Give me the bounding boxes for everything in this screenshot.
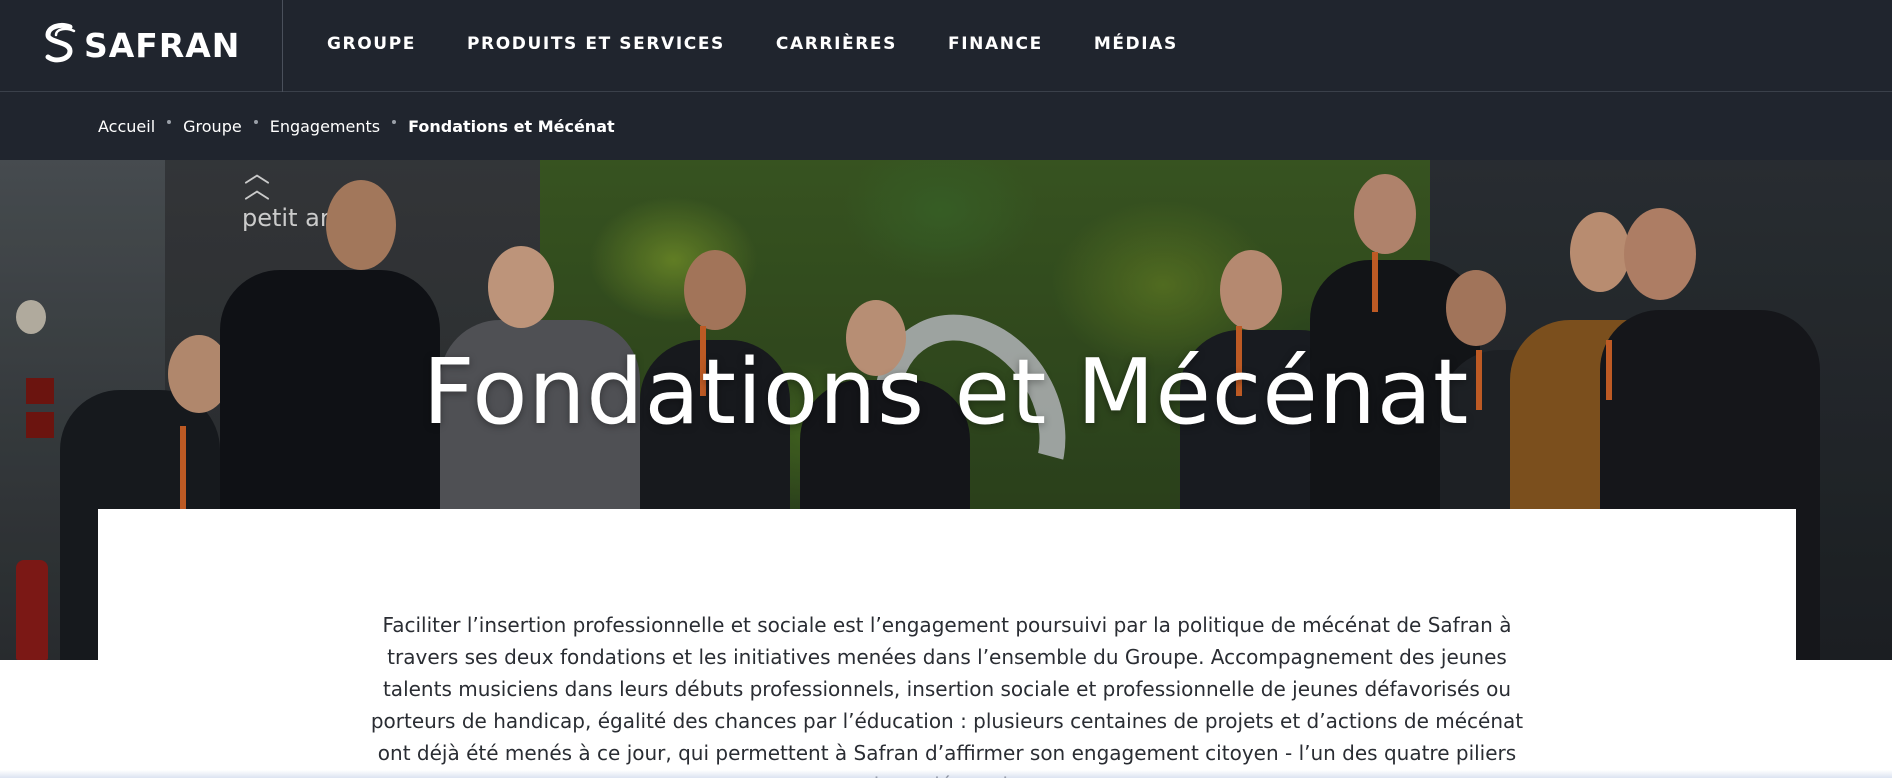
bottom-fade: [0, 770, 1892, 778]
breadcrumb-current: Fondations et Mécénat: [408, 116, 615, 136]
breadcrumb: Accueil Groupe Engagements Fondations et…: [98, 92, 615, 160]
safran-logo-link[interactable]: SAFRAN: [40, 20, 240, 70]
nav-divider: [282, 0, 283, 92]
nav-item-medias[interactable]: MÉDIAS: [1094, 34, 1178, 54]
safran-s-icon: [40, 21, 82, 70]
breadcrumb-item-accueil[interactable]: Accueil: [98, 117, 155, 136]
nav-item-produits-et-services[interactable]: PRODUITS ET SERVICES: [467, 34, 725, 54]
content-card: Faciliter l’insertion professionnelle et…: [98, 509, 1796, 778]
top-navigation-bar: SAFRAN GROUPE PRODUITS ET SERVICES CARRI…: [0, 0, 1892, 92]
main-nav: GROUPE PRODUITS ET SERVICES CARRIÈRES FI…: [327, 0, 1229, 88]
nav-item-finance[interactable]: FINANCE: [948, 34, 1043, 54]
intro-paragraph: Faciliter l’insertion professionnelle et…: [370, 613, 1524, 778]
breadcrumb-separator: [167, 120, 172, 124]
nav-item-groupe[interactable]: GROUPE: [327, 34, 416, 54]
breadcrumb-item-groupe[interactable]: Groupe: [183, 117, 242, 136]
breadcrumb-separator: [392, 120, 397, 124]
brand-name: SAFRAN: [84, 25, 241, 65]
page-title: Fondations et Mécénat: [422, 340, 1470, 445]
nav-item-carrieres[interactable]: CARRIÈRES: [776, 34, 897, 54]
breadcrumb-separator: [253, 120, 258, 124]
breadcrumb-bar: Accueil Groupe Engagements Fondations et…: [0, 92, 1892, 160]
breadcrumb-item-engagements[interactable]: Engagements: [270, 117, 380, 136]
